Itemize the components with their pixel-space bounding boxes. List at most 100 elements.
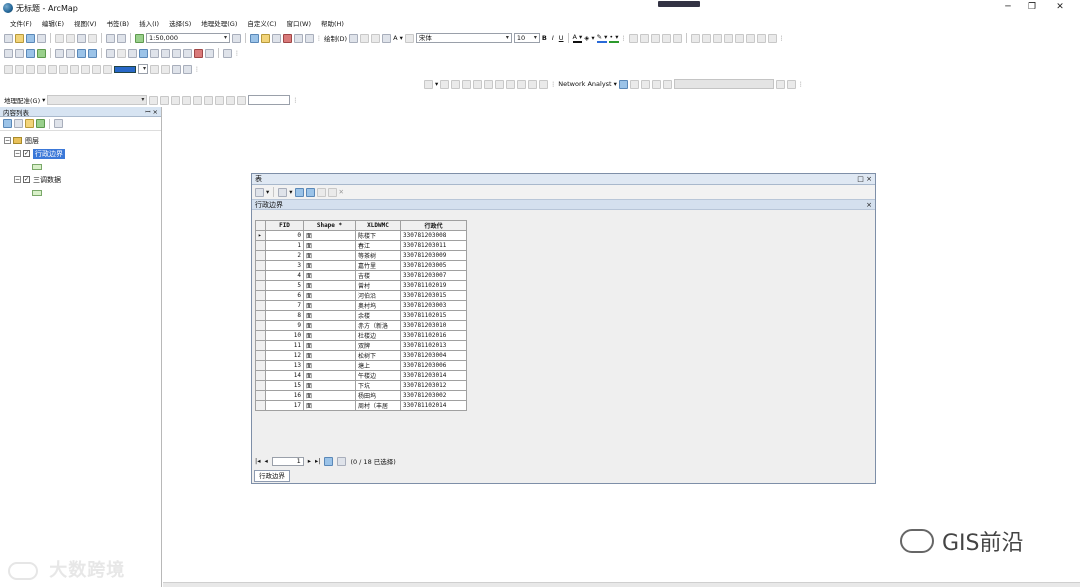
- row-selector[interactable]: [255, 320, 266, 331]
- cell-fid[interactable]: 7: [265, 300, 304, 311]
- font-name-combo[interactable]: 宋体 ▾: [415, 33, 512, 43]
- georef-icon-4[interactable]: [182, 95, 192, 105]
- cell-fid[interactable]: 2: [265, 250, 304, 261]
- cell-fid[interactable]: 16: [265, 390, 304, 401]
- table-row[interactable]: 7 面奥村坞 330781203003: [255, 300, 467, 311]
- cell-fid[interactable]: 11: [265, 340, 304, 351]
- map-horizontal-scrollbar[interactable]: [163, 582, 1080, 587]
- list-by-selection-icon[interactable]: [36, 119, 45, 128]
- cell-xldwmc[interactable]: 午楼边: [355, 370, 401, 381]
- cell-fid[interactable]: 8: [265, 310, 304, 321]
- cell-code[interactable]: 330781203004: [400, 350, 467, 361]
- row-selector[interactable]: [255, 330, 266, 341]
- cell-shape[interactable]: 面: [303, 280, 356, 291]
- cell-fid[interactable]: 9: [265, 320, 304, 331]
- menu-insert[interactable]: 插入(I): [134, 18, 164, 28]
- row-selector[interactable]: [255, 370, 266, 381]
- menu-selection[interactable]: 选择(S): [164, 18, 196, 28]
- layout-zoom-out-icon[interactable]: [15, 64, 24, 74]
- cell-fid[interactable]: 6: [265, 290, 304, 301]
- current-record-input[interactable]: 1: [271, 456, 304, 466]
- clear-selection-icon[interactable]: [117, 48, 126, 58]
- line-color-icon[interactable]: ✎ ▾: [596, 33, 608, 43]
- related-tables-dropdown[interactable]: ▾: [289, 188, 292, 196]
- cell-xldwmc[interactable]: 双牌: [355, 340, 401, 351]
- add-data-icon[interactable]: [135, 33, 144, 43]
- layer-visibility-checkbox[interactable]: ✓: [23, 150, 30, 157]
- globe-icon[interactable]: [701, 33, 711, 43]
- delete-selected-icon[interactable]: ✕: [339, 188, 344, 196]
- table-row[interactable]: 2 面等茶树 330781203009: [255, 250, 467, 261]
- table-options-icon[interactable]: [255, 187, 264, 197]
- table-row[interactable]: 6 面河伯沿 330781203015: [255, 290, 467, 301]
- na-icon-11[interactable]: [539, 79, 549, 89]
- zoom-to-selected-icon[interactable]: [327, 187, 337, 197]
- georef-icon-8[interactable]: [226, 95, 236, 105]
- find-icon[interactable]: [150, 48, 159, 58]
- georef-icon-6[interactable]: [204, 95, 214, 105]
- table-row[interactable]: 14 面午楼边 330781203014: [255, 370, 467, 381]
- cell-shape[interactable]: 面: [303, 380, 356, 391]
- cell-shape[interactable]: 面: [303, 290, 356, 301]
- row-selector[interactable]: [255, 300, 266, 311]
- related-tables-icon[interactable]: [278, 187, 288, 197]
- georef-icon-3[interactable]: [171, 95, 181, 105]
- layout-full-icon[interactable]: [37, 64, 46, 74]
- row-selector[interactable]: [255, 360, 266, 371]
- menu-geoprocessing[interactable]: 地理处理(G): [196, 18, 242, 28]
- cell-fid[interactable]: 12: [265, 350, 304, 361]
- cell-fid[interactable]: 3: [265, 260, 304, 271]
- row-selector[interactable]: [255, 290, 266, 301]
- row-selector[interactable]: [255, 260, 266, 271]
- table-options-dropdown[interactable]: ▾: [266, 188, 269, 196]
- cell-code[interactable]: 330781203009: [400, 250, 467, 261]
- na-icon-14[interactable]: [662, 79, 672, 89]
- cell-code[interactable]: 330781203007: [400, 270, 467, 281]
- georef-icon-9[interactable]: [237, 95, 247, 105]
- maximize-icon[interactable]: ❐: [1020, 1, 1044, 13]
- na-icon-8[interactable]: [506, 79, 516, 89]
- last-record-icon[interactable]: ▸|: [315, 457, 320, 465]
- collapse-icon[interactable]: −: [14, 176, 21, 183]
- menu-customize[interactable]: 自定义(C): [242, 18, 281, 28]
- change-layout-icon[interactable]: [150, 64, 159, 74]
- georef-icon-5[interactable]: [193, 95, 203, 105]
- cell-xldwmc[interactable]: 春江: [355, 240, 401, 251]
- italic-button[interactable]: I: [552, 34, 554, 42]
- font-size-combo[interactable]: 10 ▾: [513, 33, 540, 43]
- georef-icon-2[interactable]: [160, 95, 170, 105]
- cell-shape[interactable]: 面: [303, 400, 356, 411]
- cell-code[interactable]: 330781203006: [400, 360, 467, 371]
- table-window-controls[interactable]: □ ×: [857, 175, 872, 183]
- tree-root[interactable]: − 图层: [0, 134, 161, 147]
- table-row[interactable]: ▸ 0 面陈楼下 330781203008: [255, 230, 467, 241]
- menu-bookmarks[interactable]: 书签(B): [102, 18, 135, 28]
- previous-record-icon[interactable]: ◂: [264, 457, 267, 465]
- na-icon-2[interactable]: [440, 79, 450, 89]
- na-solve-icon[interactable]: [629, 79, 639, 89]
- table-row[interactable]: 12 面松树下 330781203004: [255, 350, 467, 361]
- layout-icon-5[interactable]: [756, 33, 766, 43]
- table-row[interactable]: 16 面杨田坞 330781203002: [255, 390, 467, 401]
- na-dropdown-1[interactable]: ▾: [435, 80, 438, 88]
- cell-fid[interactable]: 14: [265, 370, 304, 381]
- collapse-icon[interactable]: −: [14, 150, 21, 157]
- layout-fixed-zoom-in-icon[interactable]: [48, 64, 57, 74]
- clear-table-selection-icon[interactable]: [316, 187, 326, 197]
- model-builder-icon[interactable]: [305, 33, 314, 43]
- table-bottom-tab[interactable]: 行政边界: [254, 470, 290, 482]
- layer-visibility-checkbox[interactable]: ✓: [23, 176, 30, 183]
- list-by-visibility-icon[interactable]: [25, 119, 34, 128]
- na-icon-13[interactable]: [651, 79, 661, 89]
- layout-pan-icon[interactable]: [26, 64, 35, 74]
- cell-xldwmc[interactable]: 吉楼: [355, 270, 401, 281]
- na-window-icon[interactable]: [618, 79, 628, 89]
- switch-selection-icon[interactable]: [305, 187, 315, 197]
- menu-edit[interactable]: 编辑(E): [37, 18, 69, 28]
- cell-shape[interactable]: 面: [303, 260, 356, 271]
- menu-windows[interactable]: 窗口(W): [282, 18, 317, 28]
- move-icon[interactable]: [650, 33, 660, 43]
- cell-fid[interactable]: 15: [265, 380, 304, 391]
- cell-shape[interactable]: 面: [303, 270, 356, 281]
- save-icon[interactable]: [26, 33, 35, 43]
